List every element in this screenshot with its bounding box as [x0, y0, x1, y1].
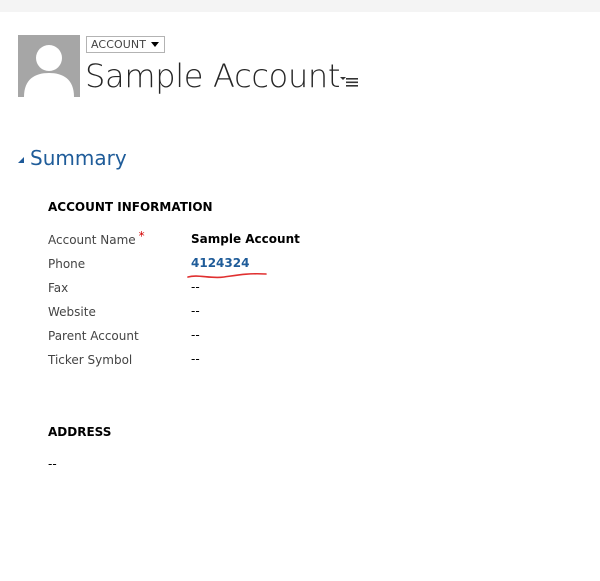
person-silhouette-icon	[24, 45, 74, 97]
field-label-account-name-text: Account Name	[48, 233, 136, 247]
field-label-account-name: Account Name *	[48, 229, 145, 248]
field-label-fax: Fax	[48, 281, 69, 295]
field-value-address[interactable]: --	[48, 456, 57, 472]
field-value-parent-account[interactable]: --	[191, 327, 200, 343]
field-label-phone: Phone	[48, 257, 86, 271]
field-value-ticker-symbol[interactable]: --	[191, 351, 200, 367]
field-value-account-name[interactable]: Sample Account	[191, 231, 300, 247]
record-avatar-icon[interactable]	[18, 35, 80, 97]
group-title-account-information: ACCOUNT INFORMATION	[48, 200, 213, 214]
entity-selector-label: ACCOUNT	[91, 38, 147, 51]
entity-selector-dropdown[interactable]: ACCOUNT	[86, 36, 166, 53]
field-value-website[interactable]: --	[191, 303, 200, 319]
collapse-triangle-icon[interactable]	[18, 156, 24, 163]
summary-section-header[interactable]: Summary	[18, 145, 127, 171]
group-title-address: ADDRESS	[48, 425, 112, 439]
required-indicator: *	[138, 229, 145, 243]
field-label-website: Website	[48, 305, 96, 319]
section-title-summary: Summary	[30, 146, 127, 170]
field-value-fax[interactable]: --	[191, 279, 200, 295]
caret-down-icon	[151, 42, 160, 47]
record-title: Sample Account	[85, 57, 341, 95]
field-value-phone[interactable]: 4124324	[191, 255, 249, 271]
form-selector-menu-icon[interactable]	[340, 73, 358, 87]
field-label-ticker-symbol: Ticker Symbol	[48, 353, 133, 367]
field-label-parent-account: Parent Account	[48, 329, 139, 343]
top-strip	[0, 0, 600, 12]
